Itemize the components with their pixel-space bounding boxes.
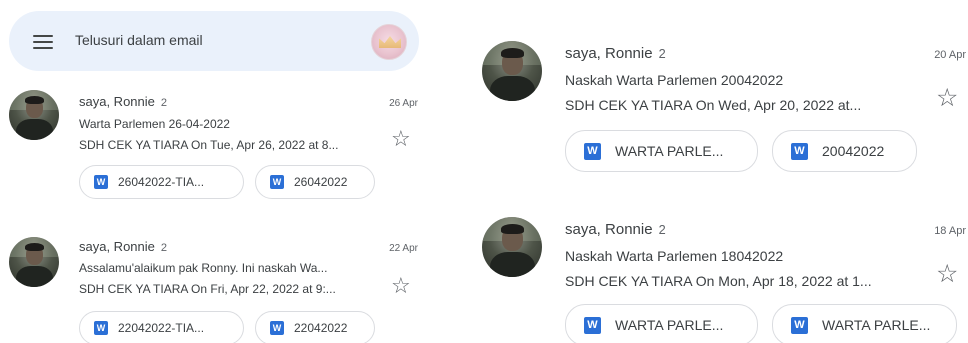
email-item[interactable]: saya, Ronnie 2 22 Apr Assalamu'alaikum pa… bbox=[0, 234, 430, 343]
menu-icon[interactable] bbox=[33, 35, 53, 49]
thread-count: 2 bbox=[160, 242, 168, 254]
word-doc-icon: W bbox=[270, 175, 284, 189]
avatar bbox=[9, 237, 59, 287]
word-doc-icon: W bbox=[94, 321, 108, 335]
attachment-chip[interactable]: W WARTA PARLE... bbox=[565, 130, 758, 172]
attachment-name: WARTA PARLE... bbox=[615, 317, 724, 333]
email-subject: Assalamu'alaikum pak Ronny. Ini naskah W… bbox=[79, 261, 328, 275]
email-date: 18 Apr bbox=[934, 225, 966, 237]
search-input[interactable]: Telusuri dalam email bbox=[75, 32, 203, 48]
email-subject: Warta Parlemen 26-04-2022 bbox=[79, 117, 230, 131]
sender-name: saya, Ronnie 2 bbox=[565, 221, 666, 238]
word-doc-icon: W bbox=[584, 316, 601, 334]
star-icon[interactable]: ☆ bbox=[391, 128, 411, 150]
email-subject: Naskah Warta Parlemen 20042022 bbox=[565, 72, 784, 88]
star-icon[interactable]: ☆ bbox=[936, 262, 958, 287]
search-bar[interactable]: Telusuri dalam email bbox=[9, 11, 419, 71]
attachment-name: 20042022 bbox=[822, 143, 885, 159]
attachment-chip[interactable]: W WARTA PARLE... bbox=[565, 304, 758, 343]
email-snippet: SDH CEK YA TIARA On Wed, Apr 20, 2022 at… bbox=[565, 97, 862, 113]
word-doc-icon: W bbox=[791, 142, 808, 160]
email-snippet: SDH CEK YA TIARA On Mon, Apr 18, 2022 at… bbox=[565, 273, 872, 289]
email-snippet: SDH CEK YA TIARA On Tue, Apr 26, 2022 at… bbox=[79, 138, 339, 152]
email-item[interactable]: saya, Ronnie 2 18 Apr Naskah Warta Parlem… bbox=[470, 212, 968, 343]
attachment-name: 22042022 bbox=[294, 321, 348, 335]
attachment-name: 26042022 bbox=[294, 175, 348, 189]
attachment-name: 26042022-TIA... bbox=[118, 175, 205, 189]
thread-count: 2 bbox=[160, 97, 168, 109]
attachment-name: WARTA PARLE... bbox=[822, 317, 931, 333]
account-avatar[interactable] bbox=[371, 24, 407, 60]
email-date: 22 Apr bbox=[389, 243, 418, 254]
email-date: 20 Apr bbox=[934, 49, 966, 61]
avatar bbox=[9, 90, 59, 140]
email-item[interactable]: saya, Ronnie 2 20 Apr Naskah Warta Parlem… bbox=[470, 36, 968, 176]
attachment-chip[interactable]: W 26042022 bbox=[255, 165, 375, 199]
thread-count: 2 bbox=[658, 222, 666, 237]
avatar bbox=[482, 41, 542, 101]
email-date: 26 Apr bbox=[389, 98, 418, 109]
attachment-chip[interactable]: W 22042022 bbox=[255, 311, 375, 343]
sender-name: saya, Ronnie 2 bbox=[79, 94, 168, 109]
attachment-chip[interactable]: W WARTA PARLE... bbox=[772, 304, 957, 343]
word-doc-icon: W bbox=[94, 175, 108, 189]
attachment-name: WARTA PARLE... bbox=[615, 143, 724, 159]
email-item[interactable]: saya, Ronnie 2 26 Apr Warta Parlemen 26-0… bbox=[0, 86, 430, 206]
attachment-chip[interactable]: W 26042022-TIA... bbox=[79, 165, 244, 199]
email-subject: Naskah Warta Parlemen 18042022 bbox=[565, 248, 784, 264]
word-doc-icon: W bbox=[584, 142, 601, 160]
star-icon[interactable]: ☆ bbox=[936, 86, 958, 111]
word-doc-icon: W bbox=[270, 321, 284, 335]
email-snippet: SDH CEK YA TIARA On Fri, Apr 22, 2022 at… bbox=[79, 282, 336, 296]
attachment-name: 22042022-TIA... bbox=[118, 321, 205, 335]
sender-name: saya, Ronnie 2 bbox=[79, 239, 168, 254]
thread-count: 2 bbox=[658, 46, 666, 61]
star-icon[interactable]: ☆ bbox=[391, 275, 411, 297]
word-doc-icon: W bbox=[791, 316, 808, 334]
sender-name: saya, Ronnie 2 bbox=[565, 45, 666, 62]
attachment-chip[interactable]: W 20042022 bbox=[772, 130, 917, 172]
attachment-chip[interactable]: W 22042022-TIA... bbox=[79, 311, 244, 343]
avatar bbox=[482, 217, 542, 277]
